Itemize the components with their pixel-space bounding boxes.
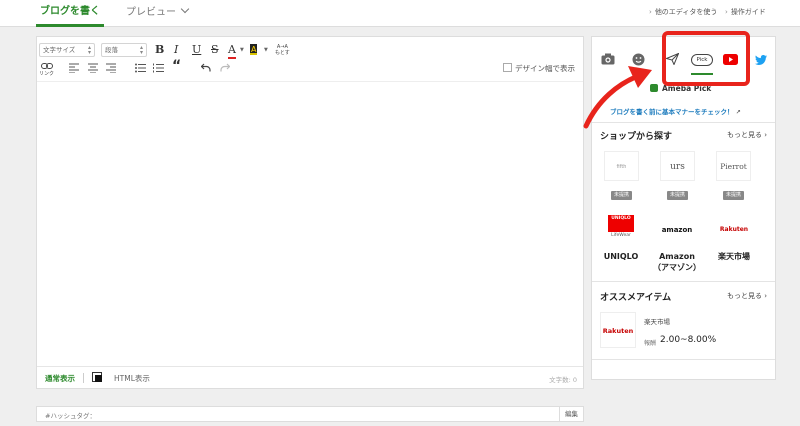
lifewear-label: LifeWear bbox=[611, 233, 631, 238]
chevron-down-icon bbox=[180, 4, 190, 14]
link-icon bbox=[40, 63, 53, 69]
updown-icon: ▴ ▾ bbox=[87, 44, 91, 56]
chevron-right-icon: › bbox=[761, 292, 767, 300]
tab-preview-label: プレビュー bbox=[126, 7, 176, 18]
status-badge: 未提携 bbox=[722, 191, 744, 200]
font-color-button[interactable]: A bbox=[228, 43, 236, 59]
guide-link[interactable]: › 操作ガイド bbox=[725, 0, 766, 25]
twitter-icon[interactable] bbox=[755, 55, 767, 65]
uniqlo-logo-mark: UNIQLO bbox=[608, 215, 634, 232]
mode-toggle-icon[interactable] bbox=[92, 372, 102, 382]
guide-label: 操作ガイド bbox=[730, 8, 766, 16]
updown-icon: ▴ ▾ bbox=[139, 44, 143, 56]
other-editor-link[interactable]: › 他のエディタを使う bbox=[649, 0, 717, 25]
store-card-uniqlo[interactable]: UNIQLO LifeWear UNIQLO bbox=[596, 215, 646, 262]
reset-format-button[interactable]: A→A もとす bbox=[275, 44, 290, 56]
hashtag-bar: #ハッシュタグ： 編集 bbox=[36, 406, 584, 422]
other-editor-label: 他のエディタを使う bbox=[654, 8, 718, 16]
align-right-icon[interactable] bbox=[106, 63, 116, 73]
annotation-arrow-icon bbox=[583, 66, 652, 129]
top-bar: ブログを書く プレビュー › 他のエディタを使う › 操作ガイド bbox=[0, 0, 800, 27]
store-name: 楽天市場 bbox=[718, 252, 750, 261]
status-badge: 未提携 bbox=[610, 191, 632, 200]
design-width-label: デザイン幅で表示 bbox=[515, 64, 575, 73]
reset-format-label: もとす bbox=[275, 50, 290, 56]
editor-footer: 通常表示 HTML表示 文字数: 0 bbox=[37, 366, 583, 389]
design-width-checkbox[interactable]: デザイン幅で表示 bbox=[503, 63, 575, 75]
store-name: UNIQLO bbox=[603, 252, 639, 261]
chevron-right-icon: › bbox=[649, 8, 652, 16]
store-card-amazon[interactable]: amazon Amazon（アマゾン） bbox=[652, 215, 702, 273]
html-mode-tab[interactable]: HTML表示 bbox=[114, 373, 150, 384]
link-button[interactable]: リンク bbox=[39, 63, 54, 77]
shop-card-pierrot[interactable]: Pierrot 未提携 bbox=[716, 151, 751, 200]
tab-write-blog[interactable]: ブログを書く bbox=[36, 0, 104, 27]
align-center-icon[interactable] bbox=[88, 63, 98, 73]
amazon-logo: amazon bbox=[661, 226, 693, 234]
editor-textarea[interactable] bbox=[37, 81, 583, 366]
bg-color-button[interactable]: A bbox=[250, 44, 258, 55]
char-count: 文字数: 0 bbox=[549, 376, 577, 384]
annotation-highlight-box bbox=[662, 31, 750, 86]
store-card-rakuten[interactable]: Rakuten 楽天市場 bbox=[709, 215, 759, 262]
chevron-right-icon: › bbox=[725, 8, 728, 16]
bold-button[interactable]: B bbox=[155, 43, 164, 57]
item-shop-name: 楽天市場 bbox=[644, 318, 670, 326]
rakuten-logo: Rakuten bbox=[719, 226, 749, 233]
shop-card-urs[interactable]: urs 未提携 bbox=[660, 151, 695, 200]
tab-preview[interactable]: プレビュー bbox=[126, 0, 190, 27]
shop-logo: urs bbox=[660, 151, 695, 181]
shop-logo: fifth bbox=[604, 151, 639, 181]
normal-mode-tab[interactable]: 通常表示 bbox=[45, 373, 75, 384]
divider bbox=[592, 281, 775, 282]
store-name: Amazon（アマゾン） bbox=[653, 252, 701, 272]
chevron-right-icon: › bbox=[761, 131, 767, 139]
editor-panel: 文字サイズ ▴ ▾ 段落 ▴ ▾ B I U S A ▼ A ▼ A→A もとす リン… bbox=[36, 36, 584, 389]
numbered-list-icon[interactable] bbox=[153, 63, 164, 73]
toolbar-row-1: 文字サイズ ▴ ▾ 段落 ▴ ▾ B I U S A ▼ A ▼ A→A もとす bbox=[37, 41, 583, 59]
item-section-title: オススメアイテム bbox=[600, 293, 672, 303]
font-size-select-label: 文字サイズ bbox=[43, 46, 76, 54]
shop-more-label: もっと見る bbox=[726, 131, 762, 139]
external-link-icon: ↗ bbox=[733, 109, 741, 116]
shop-logo: Pierrot bbox=[716, 151, 751, 181]
item-more-label: もっと見る bbox=[726, 292, 762, 300]
redo-icon[interactable] bbox=[220, 63, 230, 72]
bg-color-dropdown-icon[interactable]: ▼ bbox=[264, 47, 268, 53]
item-more-link[interactable]: もっと見る › bbox=[727, 291, 767, 301]
strikethrough-button[interactable]: S bbox=[211, 43, 219, 57]
link-label: リンク bbox=[39, 71, 55, 77]
item-logo[interactable]: Rakuten bbox=[600, 312, 636, 348]
bullet-list-icon[interactable] bbox=[135, 63, 146, 73]
paragraph-select-label: 段落 bbox=[105, 46, 118, 54]
hashtag-edit-button[interactable]: 編集 bbox=[559, 407, 583, 421]
divider bbox=[592, 359, 775, 360]
checkbox-box bbox=[503, 63, 512, 72]
align-left-icon[interactable] bbox=[69, 63, 79, 73]
paragraph-select[interactable]: 段落 ▴ ▾ bbox=[101, 43, 147, 57]
underline-button[interactable]: U bbox=[192, 43, 201, 57]
undo-icon[interactable] bbox=[201, 63, 211, 72]
item-reward-value: 2.00~8.00% bbox=[660, 335, 717, 345]
italic-button[interactable]: I bbox=[174, 43, 178, 57]
item-reward-label: 報酬 bbox=[644, 340, 657, 347]
status-badge: 未提携 bbox=[666, 191, 688, 200]
font-color-dropdown-icon[interactable]: ▼ bbox=[240, 47, 244, 53]
hashtag-label: #ハッシュタグ： bbox=[45, 412, 96, 420]
quote-button[interactable]: “ bbox=[172, 59, 181, 73]
font-size-select[interactable]: 文字サイズ ▴ ▾ bbox=[39, 43, 95, 57]
toolbar-row-2: リンク “ bbox=[37, 59, 583, 79]
shop-card-fifth[interactable]: fifth 未提携 bbox=[604, 151, 639, 200]
divider bbox=[83, 373, 84, 383]
uniqlo-logo: UNIQLO LifeWear bbox=[604, 215, 639, 245]
shop-more-link[interactable]: もっと見る › bbox=[727, 130, 767, 140]
